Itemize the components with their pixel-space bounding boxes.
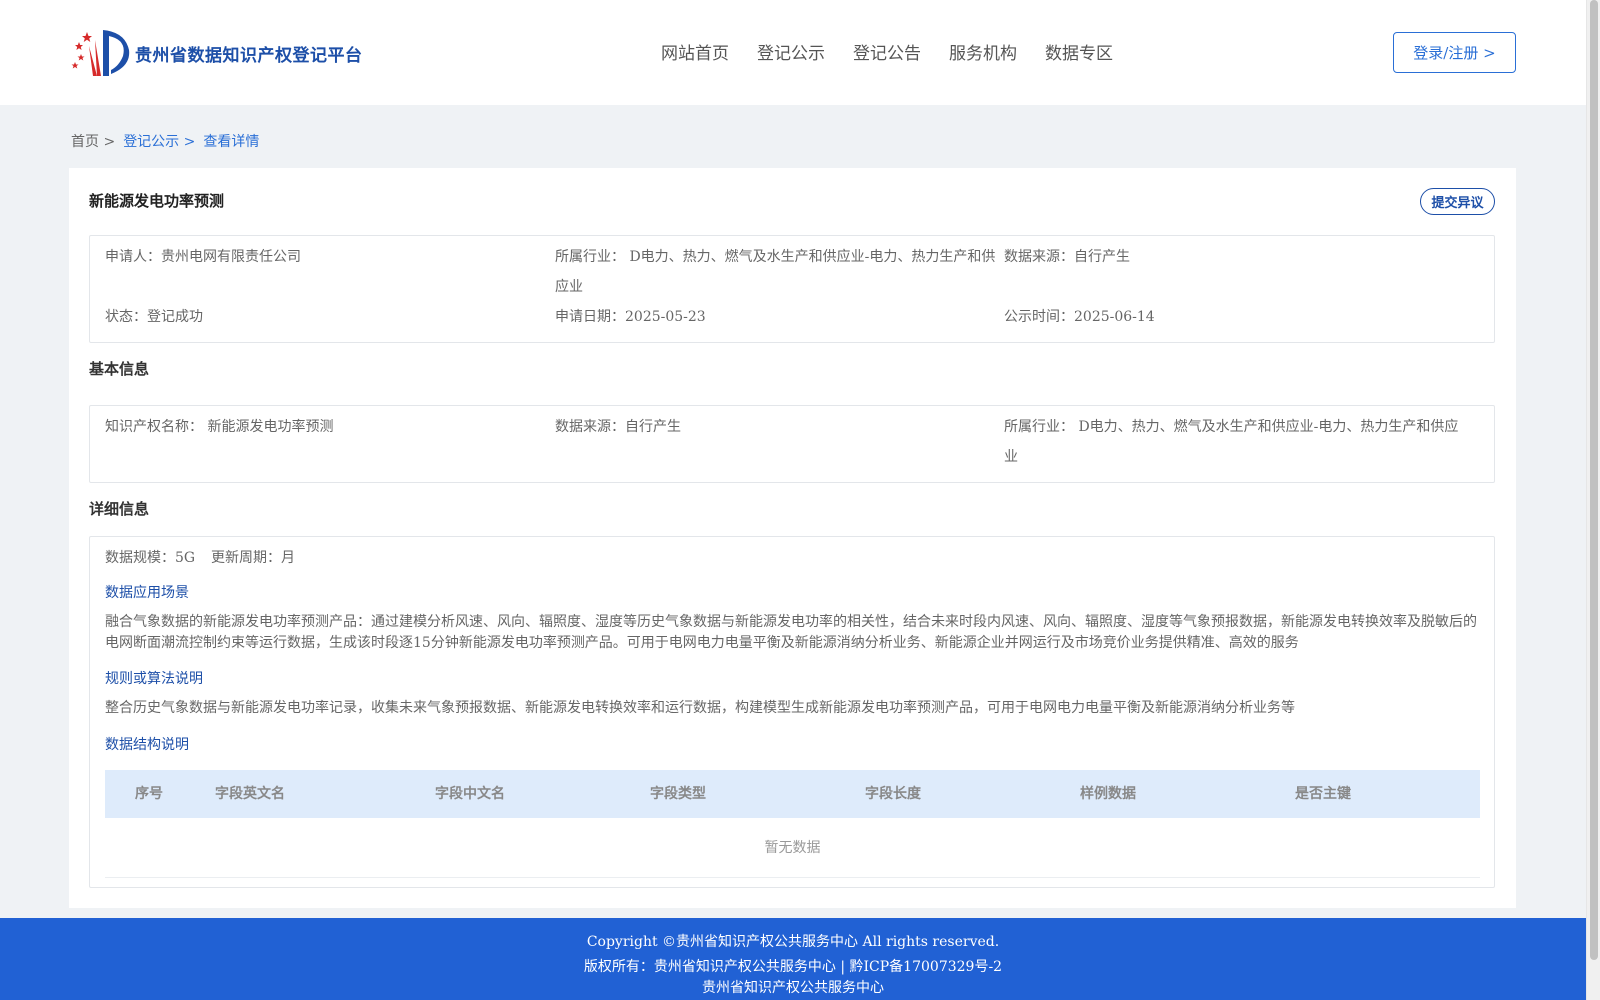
scenario-title: 数据应用场景 bbox=[105, 585, 189, 601]
site-footer: Copyright ©贵州省知识产权公共服务中心 All rights rese… bbox=[0, 918, 1586, 1000]
footer-copyright: Copyright ©贵州省知识产权公共服务中心 All rights rese… bbox=[586, 934, 1000, 950]
nav-home[interactable]: 网站首页 bbox=[661, 39, 729, 64]
update-cycle: 更新周期：月 bbox=[211, 550, 295, 566]
breadcrumb-current: 查看详情 bbox=[203, 134, 260, 150]
th-index: 序号 bbox=[135, 786, 163, 802]
th-primary-key: 是否主键 bbox=[1295, 786, 1351, 802]
page-title: 新能源发电功率预测 bbox=[89, 192, 225, 210]
site-title: 贵州省数据知识产权登记平台 bbox=[135, 45, 363, 66]
nav-data-zone[interactable]: 数据专区 bbox=[1045, 39, 1113, 64]
th-field-en: 字段英文名 bbox=[215, 786, 285, 802]
basic-data-source: 数据来源：自行产生 bbox=[555, 419, 681, 435]
th-field-length: 字段长度 bbox=[865, 786, 921, 802]
th-field-cn: 字段中文名 bbox=[435, 786, 505, 802]
th-field-type: 字段类型 bbox=[650, 786, 706, 802]
th-sample: 样例数据 bbox=[1080, 786, 1136, 802]
applicant: 申请人：贵州电网有限责任公司 bbox=[105, 249, 301, 265]
breadcrumb-publicity[interactable]: 登记公示 > bbox=[123, 131, 195, 151]
basic-info-box: 知识产权名称： 新能源发电功率预测 数据来源：自行产生 所属行业： D电力、热力… bbox=[89, 405, 1495, 483]
scenario-text: 融合气象数据的新能源发电功率预测产品：通过建模分析风速、风向、辐照度、湿度等历史… bbox=[105, 614, 1477, 651]
algorithm-text: 整合历史气象数据与新能源发电功率记录，收集未来气象预报数据、新能源发电转换效率和… bbox=[105, 700, 1295, 716]
basic-industry: 所属行业： D电力、热力、燃气及水生产和供应业-电力、热力生产和供应业 bbox=[1004, 419, 1459, 465]
main-nav: 网站首页 登记公示 登记公告 服务机构 数据专区 bbox=[661, 39, 1141, 64]
detail-info-box: 数据规模：5G 更新周期：月 数据应用场景 融合气象数据的新能源发电功率预测产品… bbox=[89, 536, 1495, 888]
summary-box: 申请人：贵州电网有限责任公司 所属行业： D电力、热力、燃气及水生产和供应业-电… bbox=[89, 235, 1495, 343]
footer-owner: 版权所有：贵州省知识产权公共服务中心 | 黔ICP备17007329号-2 bbox=[583, 959, 1003, 975]
apply-date: 申请日期：2025-05-23 bbox=[555, 309, 706, 325]
logo-emblem-icon bbox=[71, 30, 130, 76]
table-empty-text: 暂无数据 bbox=[105, 818, 1480, 878]
data-scale: 数据规模：5G bbox=[105, 550, 196, 566]
breadcrumb-home[interactable]: 首页 > bbox=[71, 131, 115, 151]
algorithm-title: 规则或算法说明 bbox=[105, 671, 203, 687]
page-scrollbar[interactable] bbox=[1586, 0, 1600, 1000]
status: 状态：登记成功 bbox=[105, 309, 203, 325]
site-logo[interactable]: 贵州省数据知识产权登记平台 bbox=[71, 26, 363, 80]
scrollbar-thumb[interactable] bbox=[1590, 0, 1598, 960]
publish-date: 公示时间：2025-06-14 bbox=[1004, 309, 1155, 325]
structure-title: 数据结构说明 bbox=[105, 737, 189, 753]
nav-service-agencies[interactable]: 服务机构 bbox=[949, 39, 1017, 64]
detail-info-title: 详细信息 bbox=[89, 500, 150, 518]
structure-table-header: 序号 字段英文名 字段中文名 字段类型 字段长度 样例数据 是否主键 bbox=[105, 770, 1480, 818]
detail-card: 新能源发电功率预测 提交异议 申请人：贵州电网有限责任公司 所属行业： D电力、… bbox=[69, 168, 1516, 908]
login-register-button[interactable]: 登录/注册 > bbox=[1393, 32, 1516, 73]
submit-objection-button[interactable]: 提交异议 bbox=[1420, 188, 1495, 215]
nav-registration-publicity[interactable]: 登记公示 bbox=[757, 39, 825, 64]
breadcrumb: 首页 > 登记公示 > 查看详情 bbox=[71, 131, 267, 151]
industry: 所属行业： D电力、热力、燃气及水生产和供应业-电力、热力生产和供应业 bbox=[555, 249, 996, 295]
site-header: 贵州省数据知识产权登记平台 网站首页 登记公示 登记公告 服务机构 数据专区 登… bbox=[0, 0, 1586, 105]
nav-registration-announcement[interactable]: 登记公告 bbox=[853, 39, 921, 64]
footer-org: 贵州省知识产权公共服务中心 bbox=[702, 980, 884, 996]
data-source: 数据来源：自行产生 bbox=[1004, 249, 1130, 265]
ip-name: 知识产权名称： 新能源发电功率预测 bbox=[105, 419, 334, 435]
basic-info-title: 基本信息 bbox=[89, 360, 150, 378]
